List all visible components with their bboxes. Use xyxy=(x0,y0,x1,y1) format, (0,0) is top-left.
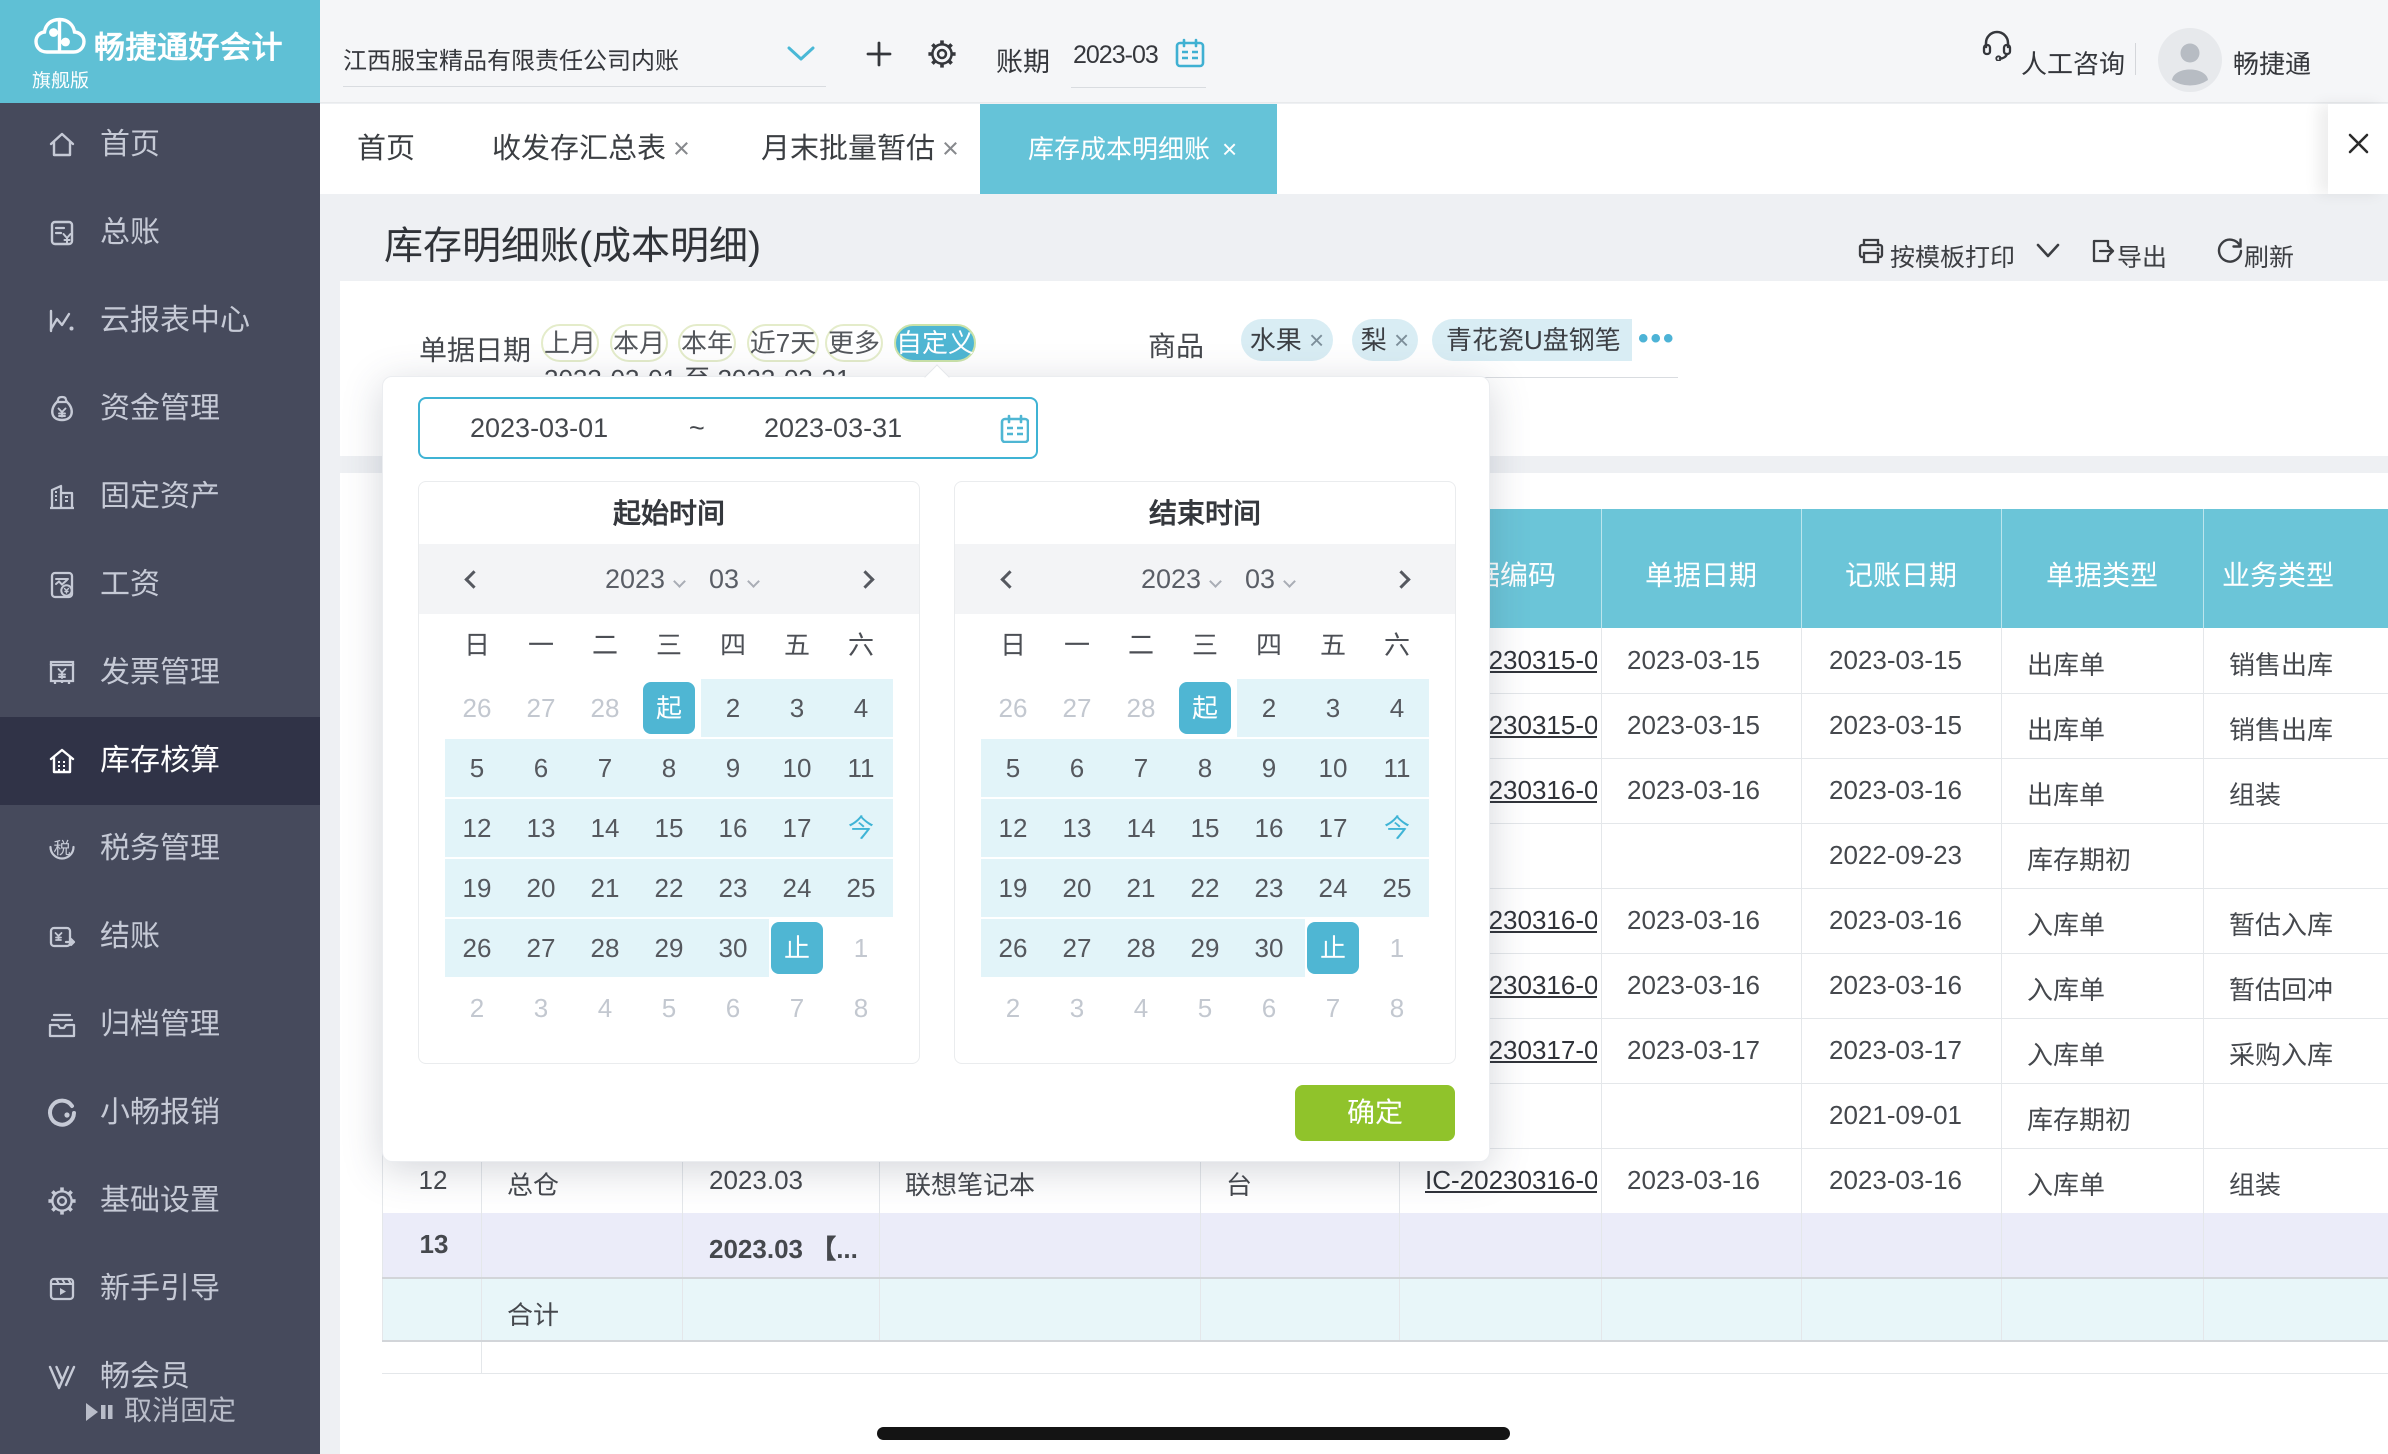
svg-text:税: 税 xyxy=(54,834,71,859)
